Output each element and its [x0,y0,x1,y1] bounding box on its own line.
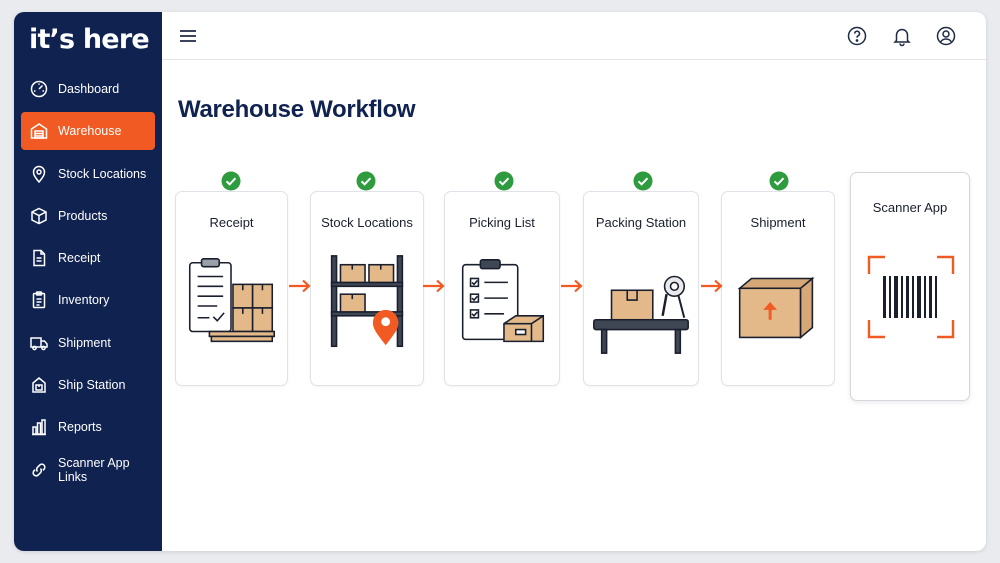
page-title: Warehouse Workflow [178,96,416,123]
bell-icon[interactable] [891,25,913,47]
sidebar: it’s here Dashboard Warehouse Stock Loca… [14,12,162,551]
workflow-step-shipment[interactable]: Shipment [721,191,835,386]
sidebar-item-warehouse[interactable]: Warehouse [21,112,155,151]
sidebar-item-label: Stock Locations [58,166,147,181]
packing-table-illustration [593,275,689,354]
document-icon [29,248,49,268]
scanner-app-card[interactable]: Scanner App [850,172,970,401]
app-window: it’s here Dashboard Warehouse Stock Loca… [14,12,986,551]
checklist-box-illustration [461,259,545,343]
barcode-scanner-illustration [867,255,955,339]
sidebar-item-stock-locations[interactable]: Stock Locations [21,155,155,193]
sidebar-item-label: Products [58,208,108,223]
shelving-location-illustration [330,255,404,348]
sidebar-item-label: Reports [58,420,102,435]
workflow-step-picking-list[interactable]: Picking List [444,191,560,386]
clipboard-list-icon [29,290,49,310]
warehouse-icon [29,121,49,141]
check-circle-icon [494,171,514,191]
step-label: Packing Station [595,215,687,230]
cube-icon [29,206,49,226]
sidebar-item-label: Dashboard [58,82,120,96]
workflow-step-receipt[interactable]: Receipt [175,191,288,386]
sidebar-item-label: Warehouse [58,124,122,139]
sidebar-item-scanner-app-links[interactable]: Scanner App Links [21,451,155,489]
sidebar-item-reports[interactable]: Reports [21,408,155,446]
sidebar-item-label: Shipment [58,335,111,350]
arrow-right-icon [701,279,723,293]
step-label: Stock Locations [321,215,413,230]
check-circle-icon [221,171,241,191]
sidebar-item-shipment[interactable]: Shipment [21,324,155,362]
check-circle-icon [633,171,653,191]
check-circle-icon [769,171,789,191]
arrow-right-icon [561,279,583,293]
arrow-right-icon [289,279,311,293]
menu-icon[interactable] [178,27,198,45]
sidebar-item-ship-station[interactable]: Ship Station [21,366,155,404]
step-label: Picking List [469,215,535,230]
ship-station-icon [29,375,49,395]
dashboard-gauge-icon [29,79,49,99]
sidebar-item-receipt[interactable]: Receipt [21,239,155,277]
shipping-box-illustration [737,276,815,340]
location-pin-icon [29,164,49,184]
top-bar [162,12,986,60]
link-icon [29,460,49,480]
brand-logo: it’s here [29,24,150,55]
sidebar-item-dashboard[interactable]: Dashboard [21,70,155,108]
sidebar-item-products[interactable]: Products [21,197,155,235]
sidebar-item-label: Ship Station [58,378,126,393]
help-icon[interactable] [846,25,868,47]
step-label: Shipment [750,215,806,230]
truck-icon [29,333,49,353]
sidebar-item-label: Scanner App Links [58,455,130,484]
bar-chart-icon [29,417,49,437]
sidebar-item-inventory[interactable]: Inventory [21,281,155,319]
sidebar-nav: Dashboard Warehouse Stock Locations Prod… [21,70,155,493]
scanner-app-label: Scanner App [872,200,948,215]
user-avatar-icon[interactable] [935,25,957,47]
step-label: Receipt [209,215,254,230]
check-circle-icon [356,171,376,191]
workflow-step-stock-locations[interactable]: Stock Locations [310,191,424,386]
sidebar-item-label: Receipt [58,251,101,266]
arrow-right-icon [423,279,445,293]
workflow-step-packing-station[interactable]: Packing Station [583,191,699,386]
clipboard-pallet-illustration [188,258,276,343]
sidebar-item-label: Inventory [58,293,110,308]
